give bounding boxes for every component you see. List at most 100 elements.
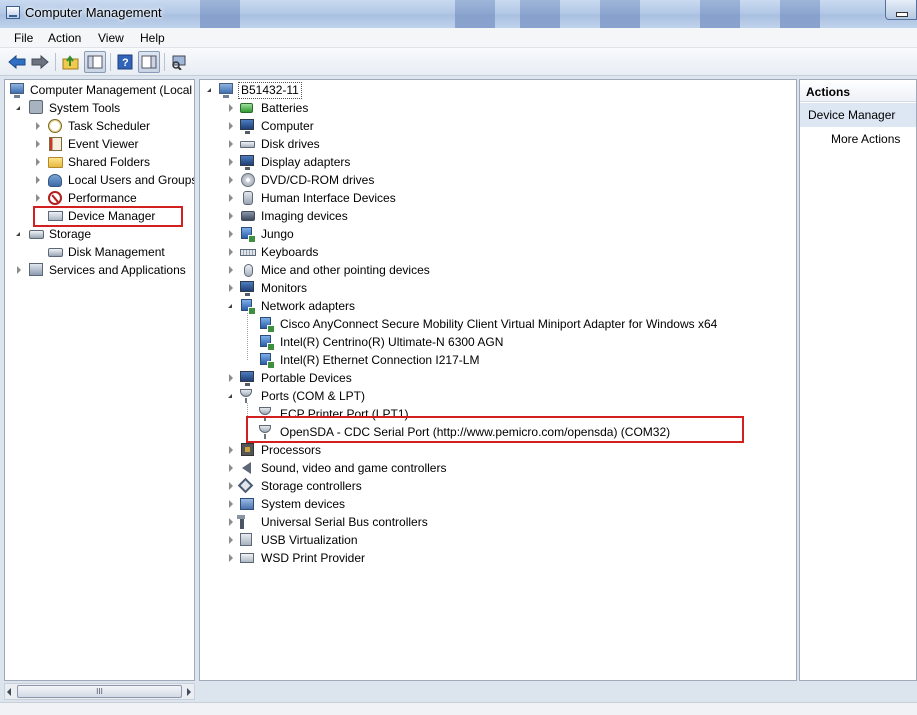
scrollbar-thumb[interactable]: III: [17, 685, 182, 698]
tree-label: Services and Applications: [49, 263, 186, 277]
device-category-display-adapters[interactable]: Display adapters: [200, 153, 796, 171]
toolbar-separator: [55, 53, 56, 71]
system-device-icon: [240, 498, 254, 510]
device-network-centrino[interactable]: Intel(R) Centrino(R) Ultimate-N 6300 AGN: [200, 333, 796, 351]
collapsed-arrow-icon[interactable]: [229, 446, 233, 454]
device-category-storage-controllers[interactable]: Storage controllers: [200, 477, 796, 495]
device-category-monitors[interactable]: Monitors: [200, 279, 796, 297]
tree-item-local-users-groups[interactable]: Local Users and Groups: [5, 171, 194, 189]
device-category-system-devices[interactable]: System devices: [200, 495, 796, 513]
expand-arrow-icon[interactable]: [228, 394, 232, 398]
tree-item-system-tools[interactable]: System Tools: [5, 99, 194, 117]
tree-item-task-scheduler[interactable]: Task Scheduler: [5, 117, 194, 135]
forward-button[interactable]: [29, 51, 51, 73]
device-category-disk-drives[interactable]: Disk drives: [200, 135, 796, 153]
left-pane-horizontal-scrollbar[interactable]: III: [4, 683, 195, 700]
device-category-hid[interactable]: Human Interface Devices: [200, 189, 796, 207]
collapsed-arrow-icon[interactable]: [229, 482, 233, 490]
background-glass: [455, 0, 495, 28]
services-icon: [29, 263, 43, 276]
device-category-processors[interactable]: Processors: [200, 441, 796, 459]
scan-hardware-button[interactable]: [168, 51, 190, 73]
show-hide-console-tree-button[interactable]: [84, 51, 106, 73]
collapsed-arrow-icon[interactable]: [229, 194, 233, 202]
device-category-dvd-cdrom[interactable]: DVD/CD-ROM drives: [200, 171, 796, 189]
device-category-batteries[interactable]: Batteries: [200, 99, 796, 117]
collapsed-arrow-icon[interactable]: [229, 374, 233, 382]
device-category-mice[interactable]: Mice and other pointing devices: [200, 261, 796, 279]
actions-header: Actions: [800, 80, 916, 102]
tree-item-shared-folders[interactable]: Shared Folders: [5, 153, 194, 171]
menu-action[interactable]: Action: [48, 31, 81, 45]
tree-label: Task Scheduler: [68, 119, 151, 133]
device-category-sound[interactable]: Sound, video and game controllers: [200, 459, 796, 477]
menu-file[interactable]: File: [14, 31, 33, 45]
scroll-right-icon[interactable]: [187, 688, 191, 696]
background-glass: [200, 0, 240, 28]
collapsed-arrow-icon[interactable]: [229, 230, 233, 238]
device-category-usb-virtualization[interactable]: USB Virtualization: [200, 531, 796, 549]
collapsed-arrow-icon[interactable]: [229, 176, 233, 184]
tree-item-storage[interactable]: Storage: [5, 225, 194, 243]
menu-view[interactable]: View: [98, 31, 124, 45]
jungo-device-icon: [241, 227, 256, 243]
tree-item-performance[interactable]: Performance: [5, 189, 194, 207]
collapsed-arrow-icon[interactable]: [229, 266, 233, 274]
expand-arrow-icon[interactable]: [207, 88, 211, 92]
device-category-jungo[interactable]: Jungo: [200, 225, 796, 243]
collapsed-arrow-icon[interactable]: [229, 500, 233, 508]
device-category-network-adapters[interactable]: Network adapters: [200, 297, 796, 315]
device-category-portable-devices[interactable]: Portable Devices: [200, 369, 796, 387]
tree-item-disk-management[interactable]: Disk Management: [5, 243, 194, 261]
collapsed-arrow-icon[interactable]: [36, 140, 40, 148]
collapsed-arrow-icon[interactable]: [36, 176, 40, 184]
tree-item-event-viewer[interactable]: Event Viewer: [5, 135, 194, 153]
collapsed-arrow-icon[interactable]: [17, 266, 21, 274]
up-one-level-button[interactable]: [60, 51, 82, 73]
performance-icon: [48, 191, 62, 205]
device-category-ports[interactable]: Ports (COM & LPT): [200, 387, 796, 405]
expand-arrow-icon[interactable]: [228, 304, 232, 308]
expand-arrow-icon[interactable]: [16, 106, 20, 110]
show-hide-action-pane-button[interactable]: [138, 51, 160, 73]
collapsed-arrow-icon[interactable]: [229, 554, 233, 562]
device-category-usb-controllers[interactable]: Universal Serial Bus controllers: [200, 513, 796, 531]
tree-item-services-applications[interactable]: Services and Applications: [5, 261, 194, 279]
device-category-wsd-print[interactable]: WSD Print Provider: [200, 549, 796, 567]
back-button[interactable]: [6, 51, 28, 73]
folder-up-icon: [62, 55, 79, 70]
monitor-icon: [240, 281, 254, 296]
tree-label: System Tools: [49, 101, 121, 115]
tree-label: Event Viewer: [68, 137, 139, 151]
tree-item-root[interactable]: Computer Management (Local: [5, 81, 194, 99]
device-tree-root[interactable]: B51432-11: [200, 81, 796, 99]
help-button[interactable]: ?: [114, 51, 136, 73]
device-label: Intel(R) Ethernet Connection I217-LM: [280, 353, 480, 367]
port-icon: [240, 389, 252, 403]
menu-help[interactable]: Help: [140, 31, 165, 45]
device-category-imaging[interactable]: Imaging devices: [200, 207, 796, 225]
collapsed-arrow-icon[interactable]: [36, 122, 40, 130]
collapsed-arrow-icon[interactable]: [36, 158, 40, 166]
collapsed-arrow-icon[interactable]: [36, 194, 40, 202]
scroll-left-icon[interactable]: [7, 688, 11, 696]
collapsed-arrow-icon[interactable]: [229, 122, 233, 130]
actions-section-device-manager[interactable]: Device Manager: [800, 103, 916, 127]
collapsed-arrow-icon[interactable]: [229, 248, 233, 256]
more-actions-link[interactable]: More Actions: [831, 132, 900, 146]
collapsed-arrow-icon[interactable]: [229, 464, 233, 472]
collapsed-arrow-icon[interactable]: [229, 104, 233, 112]
device-network-cisco[interactable]: Cisco AnyConnect Secure Mobility Client …: [200, 315, 796, 333]
dvd-drive-icon: [241, 173, 255, 187]
collapsed-arrow-icon[interactable]: [229, 536, 233, 544]
collapsed-arrow-icon[interactable]: [229, 140, 233, 148]
collapsed-arrow-icon[interactable]: [229, 518, 233, 526]
collapsed-arrow-icon[interactable]: [229, 212, 233, 220]
device-category-computer[interactable]: Computer: [200, 117, 796, 135]
expand-arrow-icon[interactable]: [16, 232, 20, 236]
minimize-button[interactable]: [885, 0, 917, 20]
collapsed-arrow-icon[interactable]: [229, 284, 233, 292]
device-category-keyboards[interactable]: Keyboards: [200, 243, 796, 261]
collapsed-arrow-icon[interactable]: [229, 158, 233, 166]
device-network-ethernet[interactable]: Intel(R) Ethernet Connection I217-LM: [200, 351, 796, 369]
